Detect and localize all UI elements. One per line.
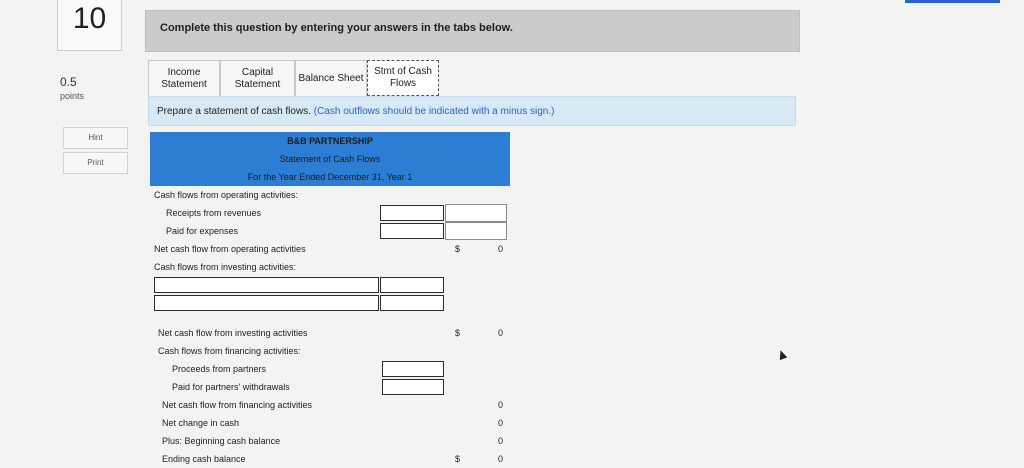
inv-item-1-amount-input[interactable]: [380, 277, 444, 293]
points-info: 0.5 points: [60, 75, 84, 101]
net-fin-value: 0: [497, 400, 503, 410]
beginning-label: Plus: Beginning cash balance: [162, 436, 281, 446]
prompt-text: Prepare a statement of cash flows.: [157, 106, 311, 117]
proceeds-label: Proceeds from partners: [172, 364, 267, 374]
paid-expenses-label: Paid for expenses: [166, 226, 239, 236]
inv-item-2-label-input[interactable]: [154, 295, 379, 311]
paid-expenses-input[interactable]: [380, 223, 444, 239]
row-fin-header: Cash flows from financing activities:: [150, 342, 510, 360]
print-button[interactable]: Print: [63, 152, 128, 174]
question-number: 10: [57, 0, 122, 51]
row-beginning: Plus: Beginning cash balance 0: [150, 432, 510, 450]
row-spacer: [150, 312, 510, 324]
inv-item-1-label-input[interactable]: [154, 277, 379, 293]
inv-header-label: Cash flows from investing activities:: [154, 262, 297, 272]
company-name: B&B PARTNERSHIP: [150, 132, 510, 150]
row-inv-item-1: [150, 276, 510, 294]
prompt-bar: Prepare a statement of cash flows. (Cash…: [148, 96, 796, 126]
tab-income-statement[interactable]: Income Statement: [148, 60, 220, 96]
tab-bar: Income Statement Capital Statement Balan…: [148, 60, 439, 96]
net-inv-value: 0: [497, 328, 503, 338]
receipts-label: Receipts from revenues: [166, 208, 262, 218]
beginning-value: 0: [497, 436, 503, 446]
row-inv-header: Cash flows from investing activities:: [150, 258, 510, 276]
net-change-value: 0: [497, 418, 503, 428]
row-proceeds: Proceeds from partners: [150, 360, 510, 378]
tab-balance-sheet[interactable]: Balance Sheet: [295, 60, 367, 96]
ending-label: Ending cash balance: [162, 454, 246, 464]
row-net-fin: Net cash flow from financing activities …: [150, 396, 510, 414]
row-inv-item-2: [150, 294, 510, 312]
points-label: points: [60, 91, 85, 101]
row-net-change: Net change in cash 0: [150, 414, 510, 432]
tab-stmt-cash-flows[interactable]: Stmt of Cash Flows: [367, 60, 439, 96]
withdrawals-label: Paid for partners' withdrawals: [172, 382, 290, 392]
row-net-op: Net cash flow from operating activities …: [150, 240, 510, 258]
row-paid-expenses: Paid for expenses: [150, 222, 510, 240]
proceeds-input[interactable]: [382, 361, 444, 377]
prompt-hint: (Cash outflows should be indicated with …: [313, 106, 555, 117]
row-receipts: Receipts from revenues: [150, 204, 510, 222]
points-value: 0.5: [60, 75, 77, 89]
statement-title: Statement of Cash Flows: [150, 150, 510, 168]
net-op-label: Net cash flow from operating activities: [154, 244, 306, 254]
row-ending: Ending cash balance $ 0: [150, 450, 510, 468]
net-op-value: 0: [497, 244, 503, 254]
op-header-label: Cash flows from operating activities:: [154, 190, 299, 200]
instruction-banner: Complete this question by entering your …: [145, 10, 800, 52]
statement-period: For the Year Ended December 31, Year 1: [150, 168, 510, 186]
receipts-total-box: [445, 204, 507, 222]
paid-expenses-total-box: [445, 222, 507, 240]
net-change-label: Net change in cash: [162, 418, 240, 428]
top-accent-bar: [905, 0, 1000, 3]
row-withdrawals: Paid for partners' withdrawals: [150, 378, 510, 396]
net-fin-label: Net cash flow from financing activities: [162, 400, 313, 410]
net-inv-label: Net cash flow from investing activities: [158, 328, 308, 338]
row-op-header: Cash flows from operating activities:: [150, 186, 510, 204]
row-net-inv: Net cash flow from investing activities …: [150, 324, 510, 342]
cash-flow-statement: B&B PARTNERSHIP Statement of Cash Flows …: [150, 132, 510, 468]
ending-value: 0: [497, 454, 503, 464]
fin-header-label: Cash flows from financing activities:: [158, 346, 301, 356]
inv-item-2-amount-input[interactable]: [380, 295, 444, 311]
tab-capital-statement[interactable]: Capital Statement: [220, 60, 295, 96]
withdrawals-input[interactable]: [382, 379, 444, 395]
mouse-cursor-icon: [776, 348, 788, 361]
receipts-input[interactable]: [380, 205, 444, 221]
hint-button[interactable]: Hint: [63, 127, 128, 149]
